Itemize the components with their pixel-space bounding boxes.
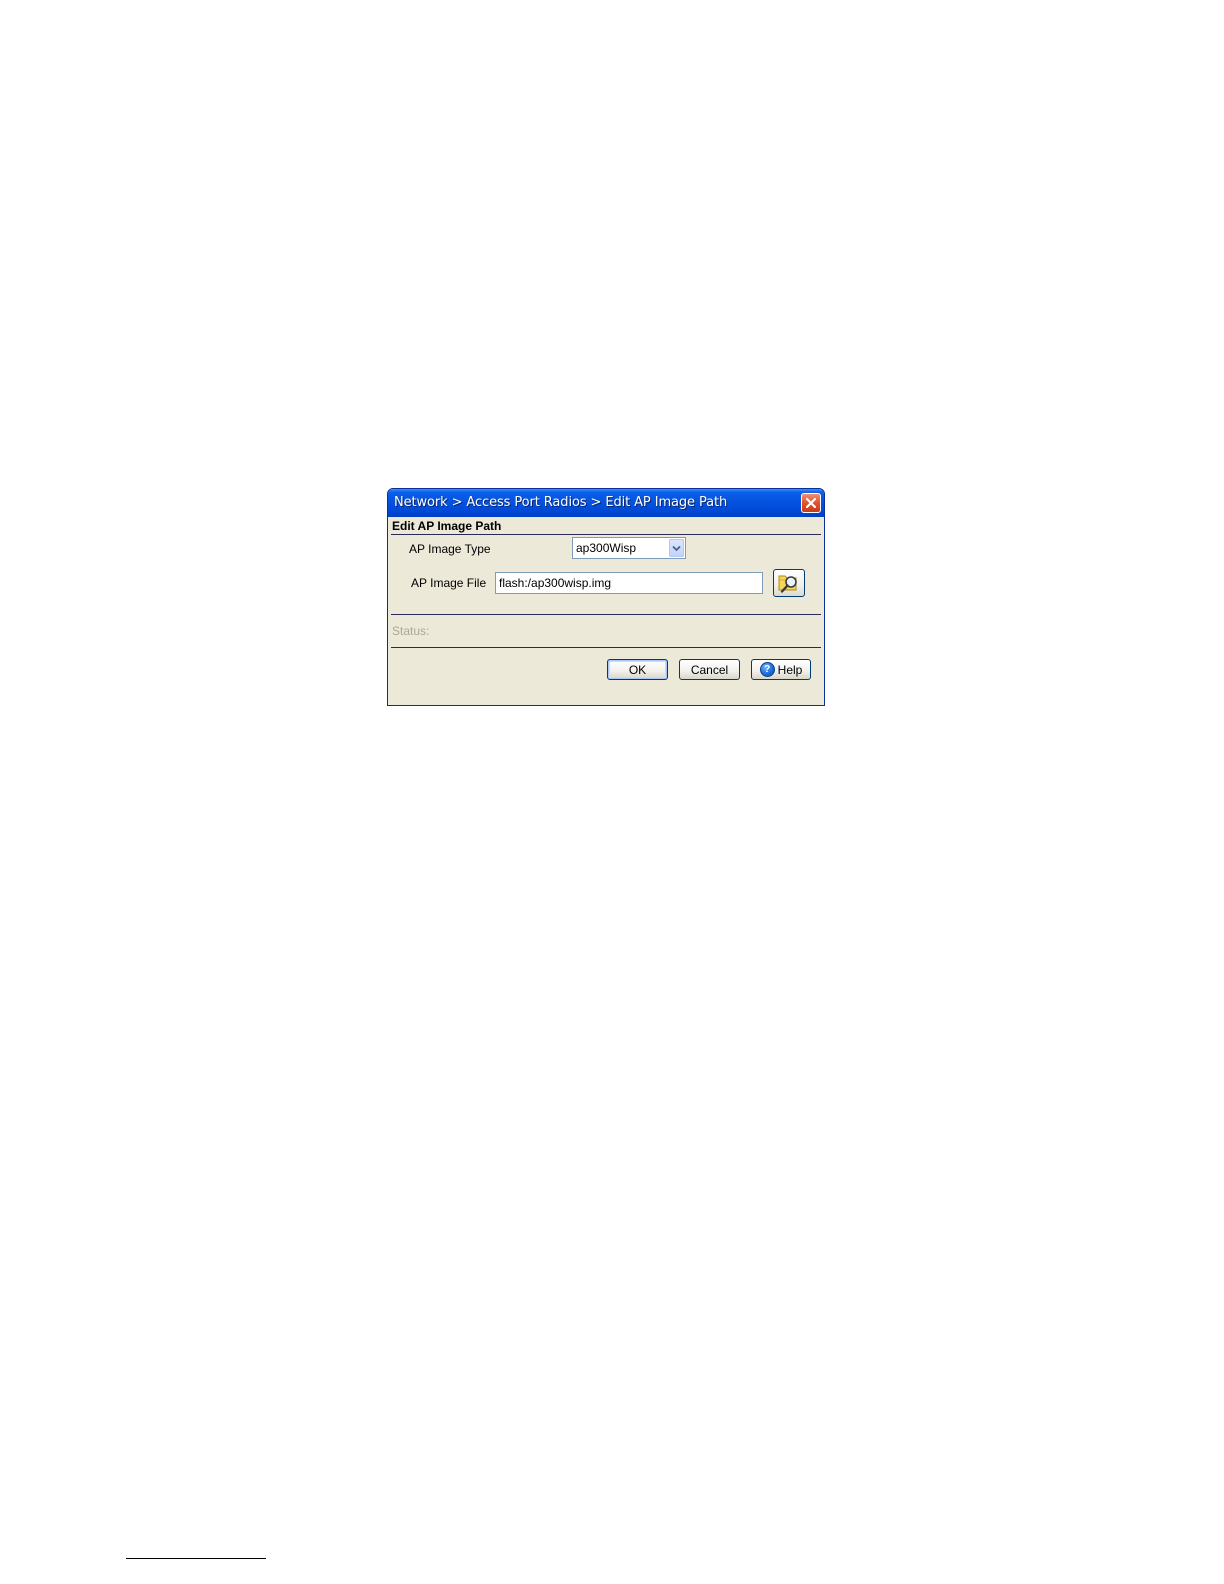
ap-image-type-value: ap300Wisp <box>576 541 637 555</box>
folder-search-icon <box>778 575 797 593</box>
chevron-down-icon <box>672 545 681 551</box>
document-page: Network > Access Port Radios > Edit AP I… <box>0 0 1224 1584</box>
ap-image-file-input[interactable] <box>495 572 763 594</box>
help-button[interactable]: ? Help <box>751 659 811 680</box>
ok-button[interactable]: OK <box>607 659 668 680</box>
dropdown-button[interactable] <box>669 539 684 557</box>
section-title: Edit AP Image Path <box>392 519 502 533</box>
dialog-titlebar[interactable]: Network > Access Port Radios > Edit AP I… <box>388 489 824 517</box>
ok-button-label: OK <box>628 662 647 677</box>
section-divider <box>391 534 821 535</box>
dialog-body: Edit AP Image Path AP Image Type ap300Wi… <box>391 517 821 702</box>
browse-button[interactable] <box>773 569 805 597</box>
cancel-button[interactable]: Cancel <box>679 659 740 680</box>
dialog-title: Network > Access Port Radios > Edit AP I… <box>394 495 728 510</box>
edit-ap-image-path-dialog: Network > Access Port Radios > Edit AP I… <box>387 488 825 706</box>
help-icon: ? <box>759 662 775 677</box>
close-button[interactable] <box>801 493 821 513</box>
help-button-label: Help <box>777 662 803 677</box>
cancel-button-label: Cancel <box>690 662 729 677</box>
status-label: Status: <box>392 624 430 638</box>
ap-image-type-select[interactable]: ap300Wisp <box>572 537 686 559</box>
ap-image-type-label: AP Image Type <box>409 542 491 556</box>
status-divider-bottom <box>391 647 821 648</box>
footnote-divider <box>126 1558 266 1559</box>
status-divider-top <box>391 614 821 615</box>
close-icon <box>805 497 817 509</box>
ap-image-file-label: AP Image File <box>411 576 487 590</box>
